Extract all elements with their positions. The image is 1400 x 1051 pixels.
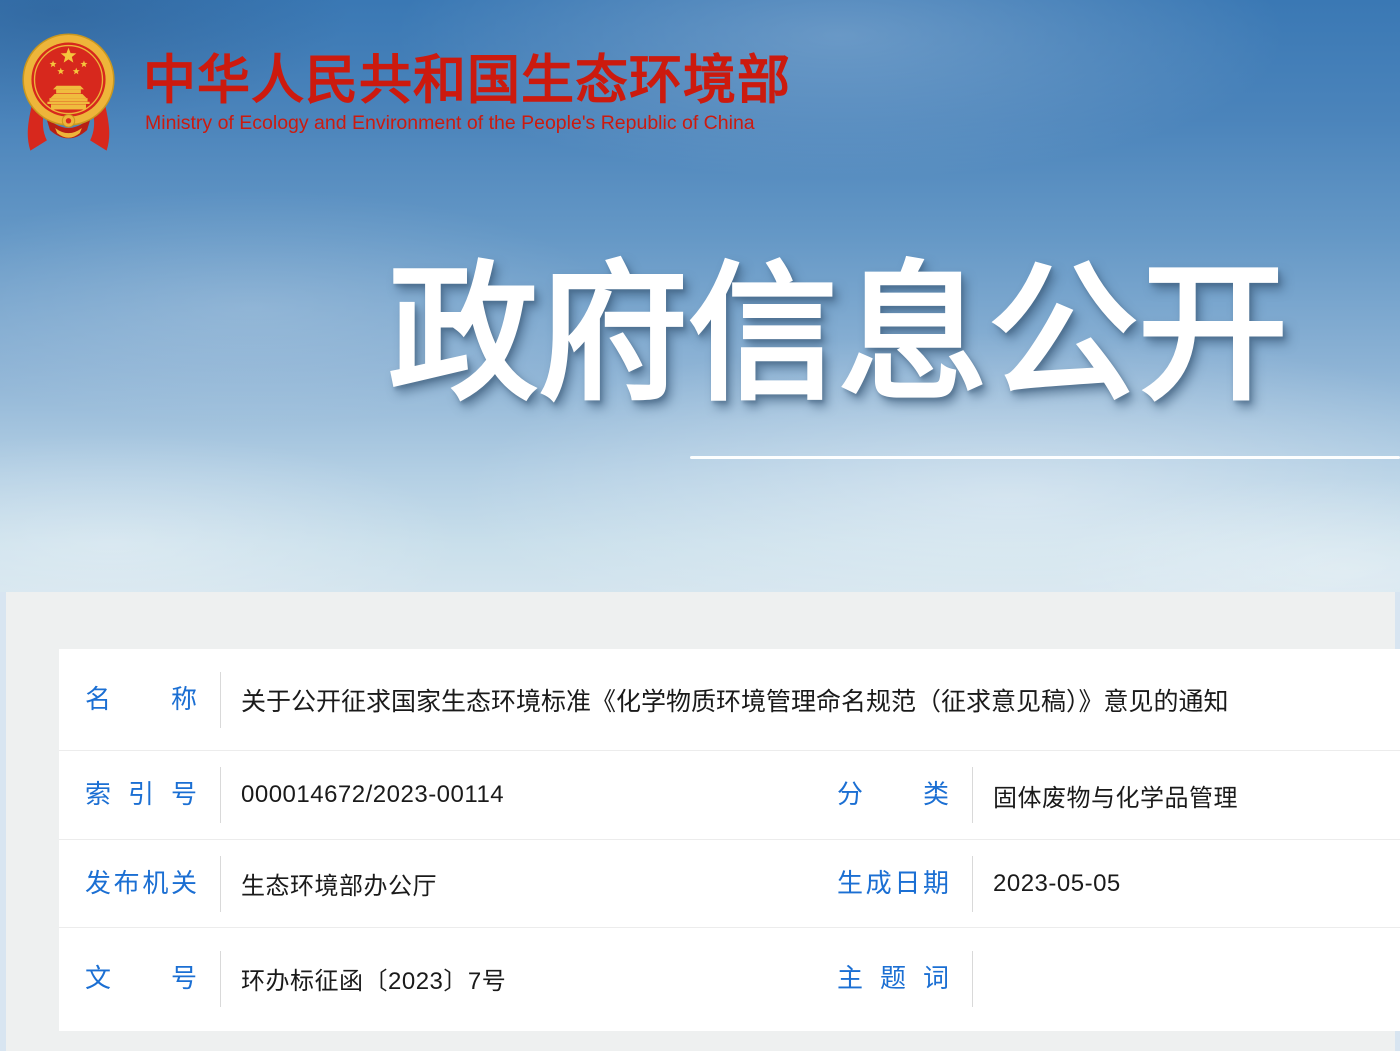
vertical-divider bbox=[220, 951, 221, 1007]
issuer-value: 生态环境部办公厅 bbox=[241, 866, 437, 901]
cell-issuer: 发布机关 生态环境部办公厅 bbox=[59, 840, 804, 927]
row-name: 名称 关于公开征求国家生态环境标准《化学物质环境管理命名规范（征求意见稿）》意见… bbox=[59, 649, 1400, 751]
row-issuer-date: 发布机关 生态环境部办公厅 生成日期 2023-05-05 bbox=[59, 840, 1400, 928]
cell-category: 分类 固体废物与化学品管理 bbox=[804, 751, 1400, 839]
vertical-divider bbox=[220, 672, 221, 728]
hero-banner: 中华人民共和国生态环境部 Ministry of Ecology and Env… bbox=[0, 0, 1400, 592]
cell-index: 索引号 000014672/2023-00114 bbox=[59, 751, 804, 839]
document-info-card: 名称 关于公开征求国家生态环境标准《化学物质环境管理命名规范（征求意见稿）》意见… bbox=[59, 649, 1400, 1031]
vertical-divider bbox=[220, 856, 221, 912]
index-value: 000014672/2023-00114 bbox=[241, 781, 504, 809]
category-label: 分类 bbox=[837, 779, 949, 810]
content-section: 名称 关于公开征求国家生态环境标准《化学物质环境管理命名规范（征求意见稿）》意见… bbox=[0, 592, 1400, 1051]
keywords-label: 主题词 bbox=[837, 963, 949, 994]
issuer-label: 发布机关 bbox=[85, 868, 197, 899]
hero-underline bbox=[690, 456, 1400, 459]
date-label: 生成日期 bbox=[837, 868, 949, 899]
vertical-divider bbox=[220, 767, 221, 823]
site-header: 中华人民共和国生态环境部 Ministry of Ecology and Env… bbox=[0, 0, 1400, 180]
category-value: 固体废物与化学品管理 bbox=[993, 778, 1238, 813]
row-docnum-keywords: 文号 环办标征函〔2023〕7号 主题词 bbox=[59, 928, 1400, 1029]
cell-keywords: 主题词 bbox=[804, 928, 1400, 1029]
ministry-title-zh: 中华人民共和国生态环境部 bbox=[143, 38, 791, 114]
name-label: 名称 bbox=[85, 684, 197, 715]
row-index-category: 索引号 000014672/2023-00114 分类 固体废物与化学品管理 bbox=[59, 751, 1400, 840]
date-value: 2023-05-05 bbox=[993, 870, 1121, 898]
cell-name: 名称 关于公开征求国家生态环境标准《化学物质环境管理命名规范（征求意见稿）》意见… bbox=[59, 649, 1400, 750]
docnum-value: 环办标征函〔2023〕7号 bbox=[241, 961, 506, 996]
cell-docnum: 文号 环办标征函〔2023〕7号 bbox=[59, 928, 804, 1029]
vertical-divider bbox=[972, 767, 973, 823]
index-label: 索引号 bbox=[85, 779, 197, 810]
cell-date: 生成日期 2023-05-05 bbox=[804, 840, 1400, 927]
ministry-title-en: Ministry of Ecology and Environment of t… bbox=[145, 112, 755, 135]
docnum-label: 文号 bbox=[85, 963, 197, 994]
vertical-divider bbox=[972, 951, 973, 1007]
vertical-divider bbox=[972, 856, 973, 912]
name-value: 关于公开征求国家生态环境标准《化学物质环境管理命名规范（征求意见稿）》意见的通知 bbox=[241, 682, 1229, 718]
page-title-gov-info-disclosure: 政府信息公开 bbox=[388, 252, 1288, 417]
china-national-emblem-icon bbox=[17, 28, 120, 159]
left-edge-strip bbox=[0, 592, 6, 1051]
